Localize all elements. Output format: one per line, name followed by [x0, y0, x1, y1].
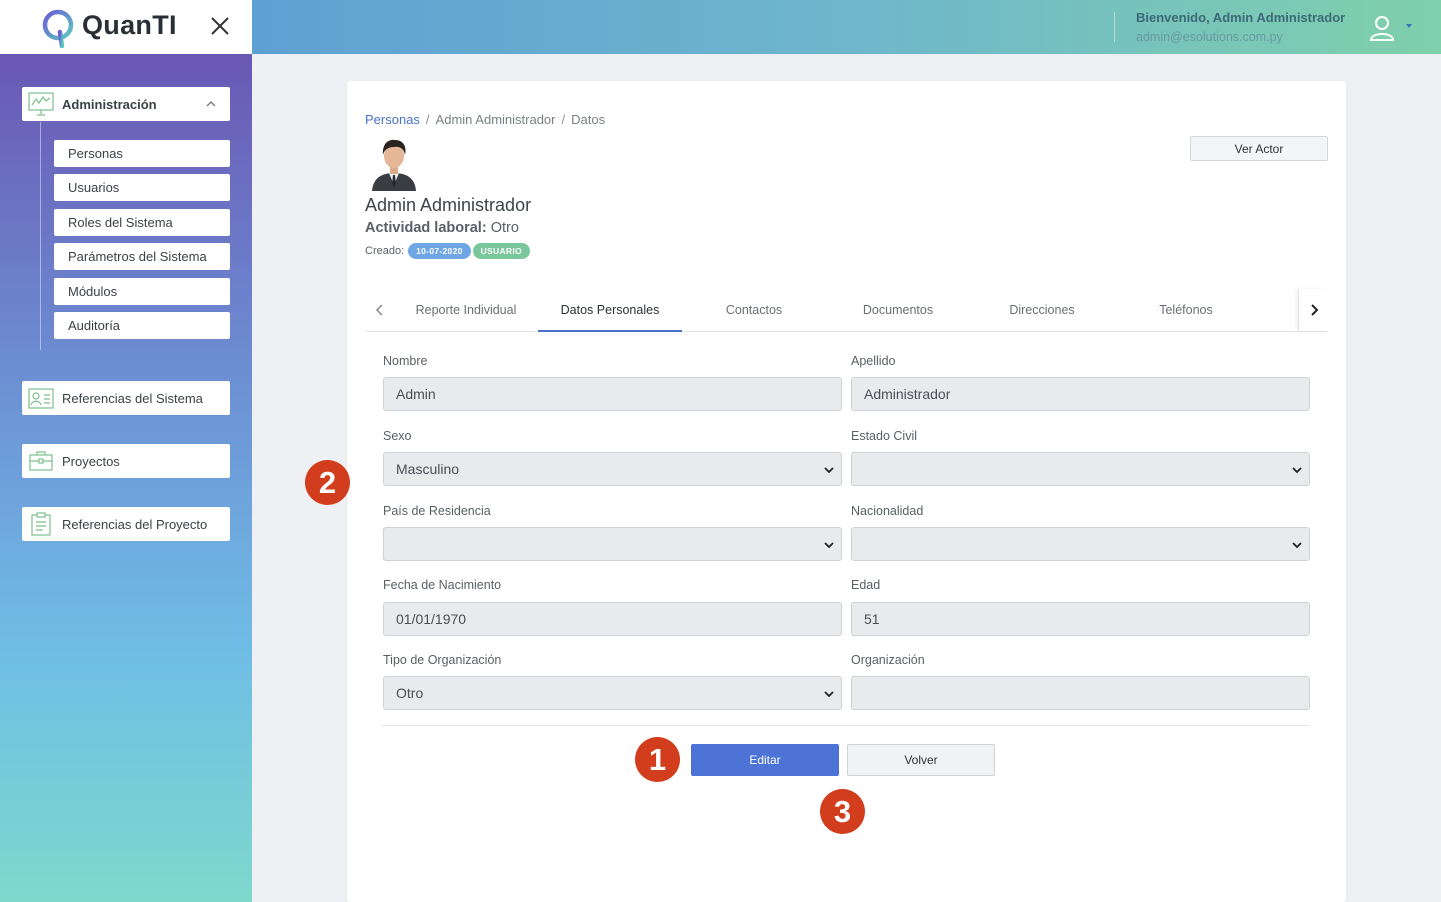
id-card-icon — [28, 388, 54, 409]
tab-direcciones[interactable]: Direcciones — [970, 289, 1114, 331]
tab-contactos[interactable]: Contactos — [682, 289, 826, 331]
sidebar-item-label: Referencias del Proyecto — [62, 516, 208, 532]
sidebar-item-parametros[interactable]: Parámetros del Sistema — [54, 243, 230, 270]
created-label: Creado: — [365, 245, 405, 257]
chevron-down-icon — [824, 691, 834, 698]
apellido-field[interactable]: Administrador — [851, 377, 1310, 411]
sidebar-item-label: Referencias del Sistema — [62, 390, 203, 406]
nombre-field[interactable]: Admin — [383, 377, 842, 411]
tab-scroll-right[interactable] — [1298, 289, 1328, 331]
tab-bar: Reporte Individual Datos Personales Cont… — [365, 289, 1328, 332]
created-date-badge: 10-07-2020 — [408, 243, 471, 259]
organizacion-field[interactable] — [851, 676, 1310, 710]
nacionalidad-label: Nacionalidad — [851, 504, 924, 518]
sidebar-item-referencias-proyecto[interactable]: Referencias del Proyecto — [22, 507, 230, 541]
sidebar-item-modulos[interactable]: Módulos — [54, 278, 230, 305]
sidebar-item-proyectos[interactable]: Proyectos — [22, 444, 230, 478]
chevron-down-icon — [824, 542, 834, 549]
clipboard-icon — [31, 512, 51, 536]
chevron-up-icon — [206, 101, 216, 107]
apellido-label: Apellido — [851, 354, 896, 368]
sidebar-item-auditoria[interactable]: Auditoría — [54, 312, 230, 339]
sexo-value: Masculino — [396, 461, 460, 477]
pais-select[interactable] — [383, 527, 842, 561]
user-email: admin@esolutions.com.py — [1136, 30, 1283, 44]
sidebar-item-roles[interactable]: Roles del Sistema — [54, 209, 230, 236]
nacionalidad-select[interactable] — [851, 527, 1310, 561]
estado-civil-select[interactable] — [851, 452, 1310, 486]
sidebar-item-personas[interactable]: Personas — [54, 140, 230, 167]
org-label: Organización — [851, 653, 925, 667]
edad-label: Edad — [851, 578, 881, 592]
fecha-nacimiento-field[interactable]: 01/01/1970 — [383, 602, 842, 636]
tipo-organizacion-select[interactable]: Otro — [383, 676, 842, 710]
tipo-org-value: Otro — [396, 685, 424, 701]
tab-scroll-left[interactable] — [365, 289, 395, 331]
nombre-label: Nombre — [383, 354, 428, 368]
sexo-select[interactable]: Masculino — [383, 452, 842, 486]
topbar-divider — [1114, 12, 1115, 42]
sidebar-item-label: Administración — [62, 96, 157, 112]
logo-area: QuanTI — [0, 0, 252, 54]
breadcrumb-personas[interactable]: Personas — [365, 112, 420, 127]
sidebar-item-administracion[interactable]: Administración — [22, 87, 230, 121]
sidebar-item-usuarios[interactable]: Usuarios — [54, 174, 230, 201]
tab-documentos[interactable]: Documentos — [826, 289, 970, 331]
marker-3: 3 — [820, 789, 865, 834]
person-name: Admin Administrador — [365, 195, 532, 215]
edad-field[interactable]: 51 — [851, 602, 1310, 636]
sexo-label: Sexo — [383, 429, 412, 443]
briefcase-icon — [29, 451, 53, 471]
chevron-left-icon — [375, 304, 383, 316]
brand-name: QuanTI — [82, 10, 177, 40]
user-avatar-icon[interactable] — [1368, 14, 1396, 42]
marker-1: 1 — [635, 737, 680, 782]
activity-label: Actividad laboral: — [365, 220, 487, 236]
fecha-label: Fecha de Nacimiento — [383, 578, 502, 592]
person-avatar — [372, 139, 416, 191]
form-divider — [382, 725, 1310, 726]
breadcrumb-person: Admin Administrador — [435, 112, 556, 127]
tipo-org-label: Tipo de Organización — [383, 653, 502, 667]
quanti-logo-icon — [42, 9, 74, 48]
tab-datos-personales[interactable]: Datos Personales — [538, 289, 682, 332]
chevron-down-icon — [824, 467, 834, 474]
estado-civil-label: Estado Civil — [851, 429, 917, 443]
role-badge: USUARIO — [472, 243, 530, 259]
activity-value: Otro — [490, 220, 519, 236]
created-line: Creado: 10-07-2020 USUARIO — [365, 243, 530, 259]
chevron-down-icon — [1292, 542, 1302, 549]
top-bar: Bienvenido, Admin Administrador admin@es… — [252, 0, 1441, 54]
ver-actor-button[interactable]: Ver Actor — [1190, 136, 1328, 161]
back-button[interactable]: Volver — [847, 744, 995, 776]
breadcrumb-current: Datos — [571, 112, 606, 127]
welcome-text: Bienvenido, Admin Administrador — [1136, 10, 1346, 25]
tab-reporte-individual[interactable]: Reporte Individual — [394, 289, 538, 331]
sidebar-item-label: Proyectos — [62, 453, 120, 469]
admin-chart-icon — [28, 92, 54, 116]
sidebar-item-referencias-sistema[interactable]: Referencias del Sistema — [22, 381, 230, 415]
user-menu-caret-icon[interactable] — [1406, 24, 1412, 28]
activity-line: Actividad laboral: Otro — [365, 220, 519, 236]
marker-2: 2 — [305, 460, 350, 505]
chevron-down-icon — [1292, 467, 1302, 474]
breadcrumb: Personas / Admin Administrador / Datos — [365, 112, 606, 127]
close-sidebar-icon[interactable] — [208, 14, 232, 38]
tab-telefonos[interactable]: Teléfonos — [1114, 289, 1258, 331]
submenu-line — [40, 122, 41, 350]
person-card: Personas / Admin Administrador / Datos Admin… — [347, 81, 1346, 902]
chevron-right-icon — [1310, 304, 1318, 316]
pais-label: País de Residencia — [383, 504, 491, 518]
edit-button[interactable]: Editar — [691, 744, 839, 776]
